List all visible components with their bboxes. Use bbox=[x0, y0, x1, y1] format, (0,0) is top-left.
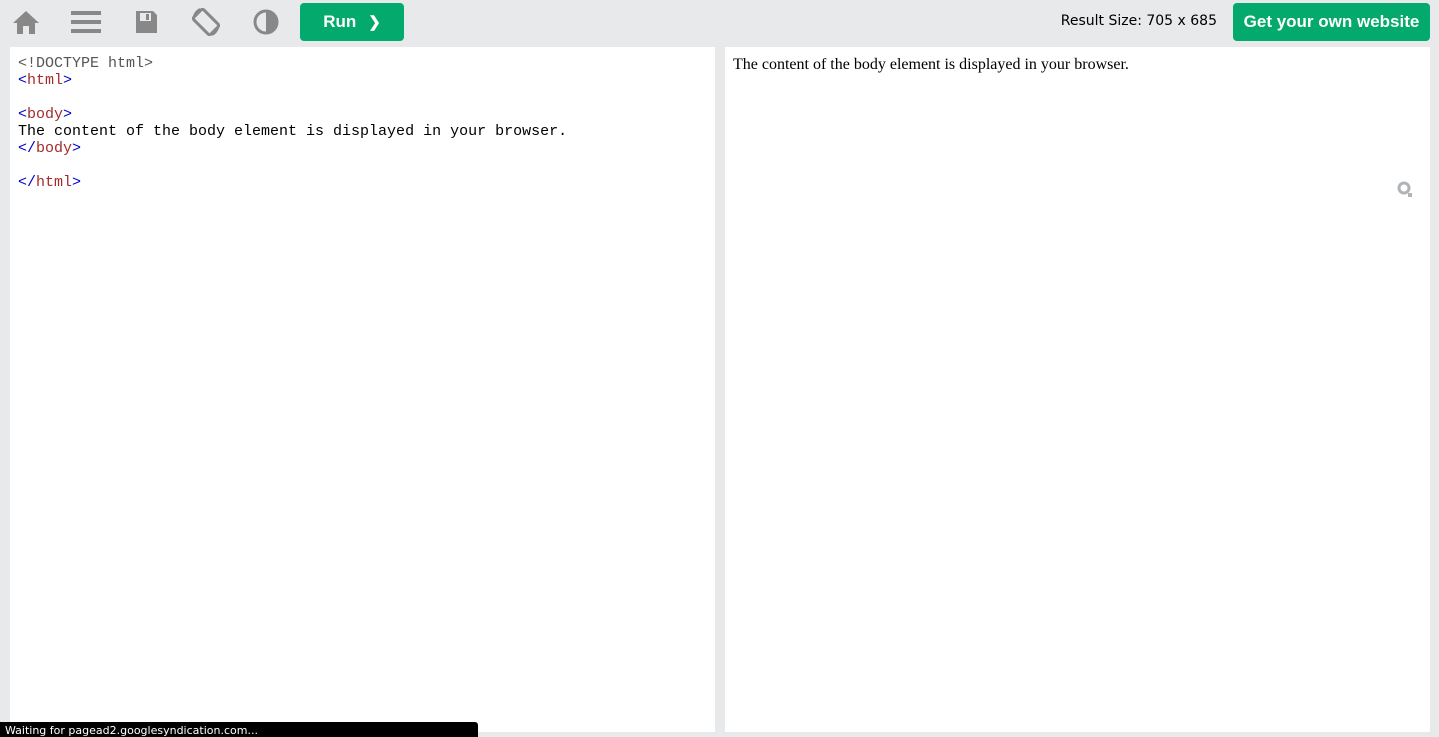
code-bracket: < bbox=[18, 106, 28, 123]
code-bracket: < bbox=[18, 72, 28, 89]
code-line: <body> bbox=[18, 106, 707, 123]
run-button-label: Run bbox=[323, 12, 357, 31]
code-tag-name: html bbox=[27, 72, 64, 89]
home-icon[interactable] bbox=[10, 6, 42, 38]
code-bracket: > bbox=[63, 106, 73, 123]
code-bracket: </ bbox=[18, 174, 37, 191]
toolbar: Run ❯ Result Size: 705 x 685 Get your ow… bbox=[0, 0, 1439, 44]
code-bracket: > bbox=[72, 174, 82, 191]
code-bracket: </ bbox=[18, 140, 37, 157]
code-tag-name: !DOCTYPE html bbox=[27, 55, 145, 72]
status-bar: Waiting for pagead2.googlesyndication.co… bbox=[0, 722, 478, 737]
rotate-icon[interactable] bbox=[190, 6, 222, 38]
code-text: The content of the body element is displ… bbox=[18, 123, 568, 140]
code-line: </body> bbox=[18, 140, 707, 157]
code-tag-name: html bbox=[36, 174, 73, 191]
chevron-right-icon: ❯ bbox=[368, 14, 381, 31]
code-line: </html> bbox=[18, 174, 707, 191]
menu-icon[interactable] bbox=[70, 6, 102, 38]
code-bracket: < bbox=[18, 55, 28, 72]
code-tag-name: body bbox=[27, 106, 64, 123]
zoom-search-icon[interactable] bbox=[1392, 176, 1420, 204]
code-content[interactable]: <!DOCTYPE html> <html> <body> The content o… bbox=[18, 55, 707, 191]
code-bracket: > bbox=[144, 55, 154, 72]
result-frame[interactable]: The content of the body element is displ… bbox=[725, 47, 1430, 732]
save-icon[interactable] bbox=[130, 6, 162, 38]
code-line: The content of the body element is displ… bbox=[18, 123, 707, 140]
code-bracket: > bbox=[63, 72, 73, 89]
code-bracket: > bbox=[72, 140, 82, 157]
code-line: <!DOCTYPE html> bbox=[18, 55, 707, 72]
run-button[interactable]: Run ❯ bbox=[300, 3, 404, 41]
get-website-button[interactable]: Get your own website bbox=[1233, 3, 1430, 41]
code-tag-name: body bbox=[36, 140, 73, 157]
result-size-label: Result Size: 705 x 685 bbox=[1060, 13, 1217, 29]
code-editor[interactable]: <!DOCTYPE html> <html> <body> The content o… bbox=[10, 47, 715, 732]
result-text: The content of the body element is displ… bbox=[733, 56, 1129, 73]
code-line: <html> bbox=[18, 72, 707, 89]
theme-contrast-icon[interactable] bbox=[250, 6, 282, 38]
